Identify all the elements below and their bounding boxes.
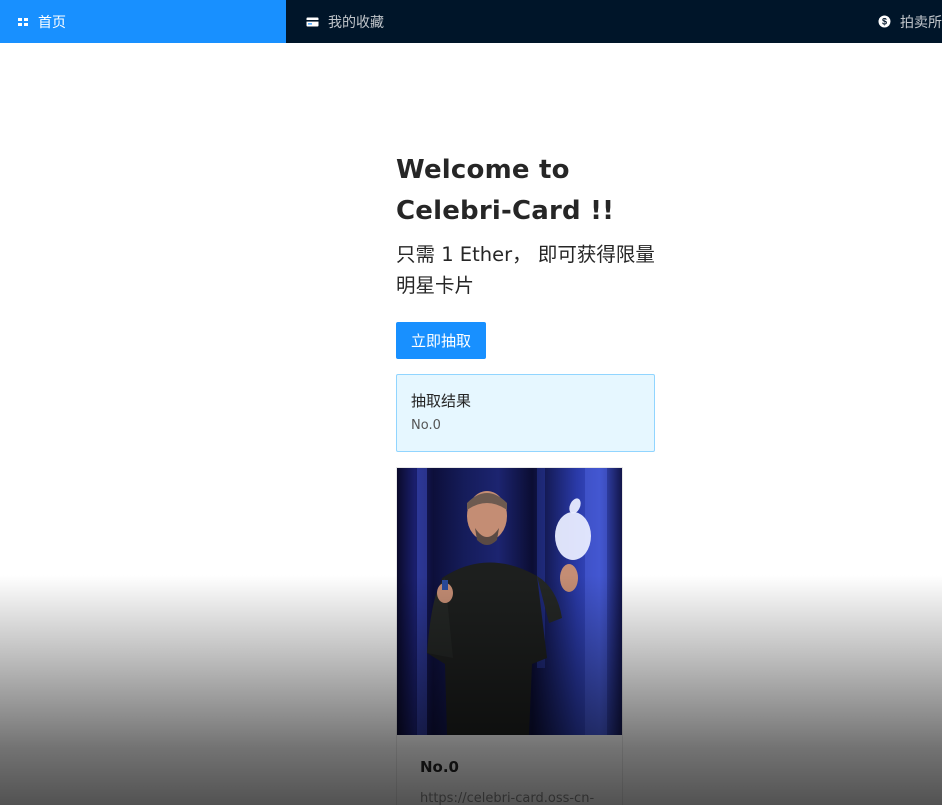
- dollar-circle-icon: $: [878, 15, 891, 28]
- main-content: Welcome to Celebri-Card !! 只需 1 Ether， 即…: [396, 150, 658, 805]
- result-value: No.0: [411, 418, 441, 433]
- home-icon: [18, 17, 29, 27]
- card-icon: [306, 17, 319, 27]
- nav-item-label: 我的收藏: [328, 14, 384, 31]
- nav-item-favorites[interactable]: 我的收藏: [286, 0, 572, 43]
- svg-text:$: $: [882, 17, 887, 27]
- card-body: No.0 https://celebri-card.oss-cn-: [397, 735, 622, 805]
- celebrity-card[interactable]: No.0 https://celebri-card.oss-cn-: [396, 467, 623, 805]
- nav-item-auction[interactable]: $ 拍卖所: [572, 0, 942, 43]
- card-photo-illustration: [417, 468, 607, 735]
- card-image: [397, 468, 622, 735]
- nav-item-label: 首页: [38, 14, 66, 31]
- draw-result-box: 抽取结果 No.0: [396, 374, 655, 452]
- draw-button[interactable]: 立即抽取: [396, 322, 486, 359]
- nav-item-home[interactable]: 首页: [0, 0, 286, 43]
- nav-item-label: 拍卖所: [900, 14, 942, 31]
- card-description: https://celebri-card.oss-cn-: [420, 791, 595, 805]
- page: 首页 我的收藏 $ 拍卖所 Welcome to Celebri-Card !!…: [0, 0, 942, 805]
- card-title: No.0: [420, 758, 459, 776]
- result-title: 抽取结果: [411, 392, 472, 410]
- top-nav: 首页 我的收藏 $ 拍卖所: [0, 0, 942, 43]
- welcome-title: Welcome to Celebri-Card !!: [396, 155, 615, 226]
- subtitle-text: 只需 1 Ether， 即可获得限量明星卡片: [396, 243, 655, 297]
